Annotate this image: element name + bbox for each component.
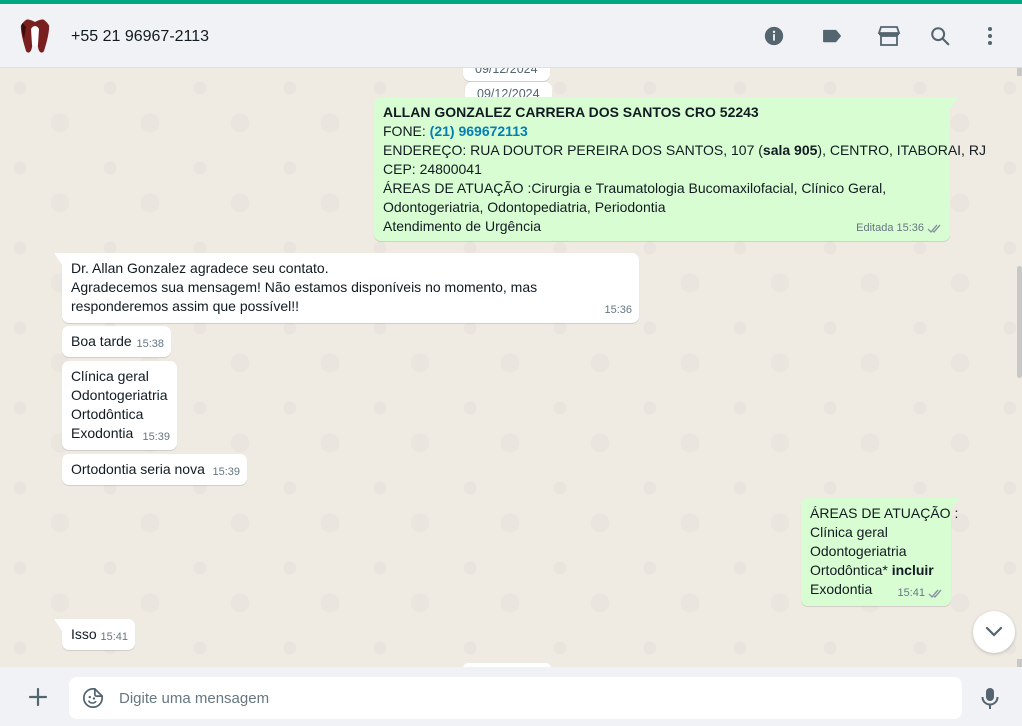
address-text: ), CENTRO, ITABORAI, RJ <box>817 142 986 158</box>
message-title: ALLAN GONZALEZ CARRERA DOS SANTOS CRO 52… <box>383 104 759 120</box>
message-line: Odontogeriatria <box>810 543 907 559</box>
address-text: ENDEREÇO: RUA DOUTOR PEREIRA DOS SANTOS,… <box>383 142 763 158</box>
message-line: Clínica geral <box>810 524 888 540</box>
incoming-message[interactable]: Dr. Allan Gonzalez agradece seu contato.… <box>54 253 639 323</box>
scrollbar-bottom[interactable] <box>1017 659 1022 667</box>
scrollbar-thumb[interactable] <box>1017 266 1022 378</box>
chat-area[interactable]: 09/12/2024 09/12/2024 ALLAN GONZALEZ CAR… <box>0 68 1022 667</box>
message-time: 15:39 <box>212 466 240 478</box>
message-line: Clínica geral <box>71 368 149 384</box>
message-line: Odontogeriatria <box>71 387 168 403</box>
catalog-icon[interactable] <box>877 24 901 48</box>
message-line: CEP: 24800041 <box>383 161 482 177</box>
label-icon[interactable] <box>820 24 844 48</box>
incoming-message[interactable]: Boa tarde 15:38 <box>62 326 171 357</box>
search-icon[interactable] <box>928 24 952 48</box>
incoming-message[interactable]: Isso 15:41 <box>54 619 135 650</box>
phone-label: FONE: <box>383 123 430 139</box>
message-input[interactable] <box>119 677 949 719</box>
chat-header: +55 21 96967-2113 <box>0 4 1022 68</box>
address-bold: sala 905 <box>762 142 818 158</box>
message-time: 15:36 <box>896 222 924 234</box>
message-line: FONE: (21) 969672113 <box>383 122 941 141</box>
message-line: ÁREAS DE ATUAÇÃO : <box>810 505 959 521</box>
read-receipt-icon <box>928 589 942 599</box>
outgoing-message[interactable]: ALLAN GONZALEZ CARRERA DOS SANTOS CRO 52… <box>374 97 986 241</box>
date-chip-partial: 09/12/2024 <box>463 68 550 81</box>
message-time: 15:41 <box>897 587 925 599</box>
message-line: responderemos assim que possível!! <box>71 298 299 314</box>
message-meta: 15:41 <box>897 584 944 603</box>
incoming-message[interactable]: Clínica geral Odontogeriatria Ortodôntic… <box>62 361 177 450</box>
edited-label: Editada <box>856 222 894 234</box>
message-time: 15:39 <box>142 431 170 443</box>
microphone-icon[interactable] <box>979 686 1001 710</box>
message-text: Ortodôntica* <box>810 562 892 578</box>
message-time: 15:41 <box>100 631 128 643</box>
message-line: Dr. Allan Gonzalez agradece seu contato. <box>71 260 329 276</box>
menu-icon[interactable] <box>978 24 1002 48</box>
attach-plus-icon[interactable] <box>26 685 50 709</box>
phone-link[interactable]: (21) 969672113 <box>430 123 528 139</box>
chevron-down-icon <box>985 626 1003 637</box>
scroll-down-button[interactable] <box>973 611 1015 653</box>
scrollbar-top[interactable] <box>1017 68 1022 76</box>
message-time: 15:38 <box>136 338 164 350</box>
message-line: Ortodôntica <box>71 406 144 422</box>
message-bold-text: incluir <box>891 562 934 578</box>
message-line: Ortodôntica* incluir <box>810 561 942 580</box>
outgoing-message[interactable]: ÁREAS DE ATUAÇÃO : Clínica geral Odontog… <box>801 498 959 606</box>
contact-avatar[interactable] <box>18 17 52 55</box>
message-line: Agradecemos sua mensagem! Não estamos di… <box>71 279 538 295</box>
message-time: 15:36 <box>604 304 632 316</box>
message-input-container <box>69 677 962 719</box>
message-line: Odontogeriatria, Odontopediatria, Period… <box>383 199 666 215</box>
contact-name[interactable]: +55 21 96967-2113 <box>71 28 209 46</box>
incoming-message[interactable]: Ortodontia seria nova 15:39 <box>62 454 247 485</box>
composer-bar <box>0 667 1022 726</box>
message-meta: Editada 15:36 <box>856 219 943 238</box>
info-icon[interactable] <box>762 24 786 48</box>
sticker-emoji-icon[interactable] <box>82 687 104 709</box>
read-receipt-icon <box>927 224 941 234</box>
message-line: ENDEREÇO: RUA DOUTOR PEREIRA DOS SANTOS,… <box>383 141 986 160</box>
message-line: ÁREAS DE ATUAÇÃO :Cirurgia e Traumatolog… <box>383 180 887 196</box>
